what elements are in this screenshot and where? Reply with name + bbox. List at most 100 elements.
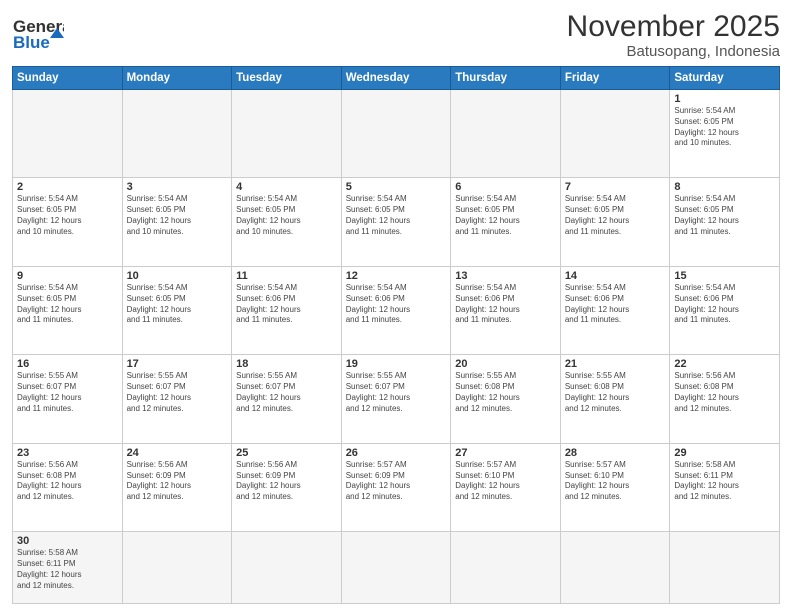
calendar-cell — [122, 90, 232, 178]
day-number: 18 — [236, 358, 337, 370]
day-info: Sunrise: 5:54 AM Sunset: 6:06 PM Dayligh… — [674, 283, 775, 326]
header: General Blue November 2025 Batusopang, I… — [12, 10, 780, 60]
day-number: 7 — [565, 181, 666, 193]
calendar-row: 16 Sunrise: 5:55 AM Sunset: 6:07 PM Dayli… — [13, 355, 780, 443]
day-number: 6 — [455, 181, 556, 193]
day-number: 27 — [455, 447, 556, 459]
calendar-cell: 13Sunrise: 5:54 AM Sunset: 6:06 PM Dayli… — [451, 266, 561, 354]
day-number: 20 — [455, 358, 556, 370]
day-info: Sunrise: 5:54 AM Sunset: 6:06 PM Dayligh… — [565, 283, 666, 326]
day-info: Sunrise: 5:54 AM Sunset: 6:05 PM Dayligh… — [674, 106, 775, 149]
calendar-cell: 19Sunrise: 5:55 AM Sunset: 6:07 PM Dayli… — [341, 355, 451, 443]
day-info: Sunrise: 5:58 AM Sunset: 6:11 PM Dayligh… — [17, 548, 118, 591]
calendar-cell: 11Sunrise: 5:54 AM Sunset: 6:06 PM Dayli… — [232, 266, 342, 354]
calendar-cell: 2Sunrise: 5:54 AM Sunset: 6:05 PM Daylig… — [13, 178, 123, 266]
calendar-col-header: Sunday — [13, 67, 123, 90]
calendar-header-row: SundayMondayTuesdayWednesdayThursdayFrid… — [13, 67, 780, 90]
day-number: 1 — [674, 93, 775, 105]
day-number: 4 — [236, 181, 337, 193]
calendar-row: 30Sunrise: 5:58 AM Sunset: 6:11 PM Dayli… — [13, 532, 780, 604]
calendar-col-header: Wednesday — [341, 67, 451, 90]
calendar-cell: 15Sunrise: 5:54 AM Sunset: 6:06 PM Dayli… — [670, 266, 780, 354]
day-info: Sunrise: 5:54 AM Sunset: 6:05 PM Dayligh… — [17, 283, 118, 326]
calendar-cell: 22Sunrise: 5:56 AM Sunset: 6:08 PM Dayli… — [670, 355, 780, 443]
calendar-cell: 12Sunrise: 5:54 AM Sunset: 6:06 PM Dayli… — [341, 266, 451, 354]
day-number: 22 — [674, 358, 775, 370]
day-info: Sunrise: 5:55 AM Sunset: 6:07 PM Dayligh… — [127, 371, 228, 414]
day-number: 17 — [127, 358, 228, 370]
calendar-cell: 29Sunrise: 5:58 AM Sunset: 6:11 PM Dayli… — [670, 443, 780, 531]
day-number: 19 — [346, 358, 447, 370]
day-info: Sunrise: 5:57 AM Sunset: 6:10 PM Dayligh… — [565, 460, 666, 503]
calendar-cell: 26Sunrise: 5:57 AM Sunset: 6:09 PM Dayli… — [341, 443, 451, 531]
day-info: Sunrise: 5:56 AM Sunset: 6:09 PM Dayligh… — [236, 460, 337, 503]
calendar-cell: 3Sunrise: 5:54 AM Sunset: 6:05 PM Daylig… — [122, 178, 232, 266]
day-info: Sunrise: 5:57 AM Sunset: 6:09 PM Dayligh… — [346, 460, 447, 503]
day-number: 9 — [17, 270, 118, 282]
day-number: 11 — [236, 270, 337, 282]
location-title: Batusopang, Indonesia — [567, 43, 780, 60]
calendar-cell: 20Sunrise: 5:55 AM Sunset: 6:08 PM Dayli… — [451, 355, 561, 443]
logo-icon: General Blue — [12, 10, 64, 58]
calendar-row: 2Sunrise: 5:54 AM Sunset: 6:05 PM Daylig… — [13, 178, 780, 266]
day-number: 25 — [236, 447, 337, 459]
day-info: Sunrise: 5:54 AM Sunset: 6:05 PM Dayligh… — [346, 194, 447, 237]
calendar-col-header: Thursday — [451, 67, 561, 90]
title-block: November 2025 Batusopang, Indonesia — [567, 10, 780, 60]
calendar-cell: 30Sunrise: 5:58 AM Sunset: 6:11 PM Dayli… — [13, 532, 123, 604]
calendar-cell: 10Sunrise: 5:54 AM Sunset: 6:05 PM Dayli… — [122, 266, 232, 354]
day-number: 10 — [127, 270, 228, 282]
day-info: Sunrise: 5:54 AM Sunset: 6:05 PM Dayligh… — [236, 194, 337, 237]
calendar-cell: 21Sunrise: 5:55 AM Sunset: 6:08 PM Dayli… — [560, 355, 670, 443]
day-info: Sunrise: 5:54 AM Sunset: 6:06 PM Dayligh… — [455, 283, 556, 326]
day-info: Sunrise: 5:54 AM Sunset: 6:06 PM Dayligh… — [236, 283, 337, 326]
calendar-cell — [341, 532, 451, 604]
calendar-col-header: Friday — [560, 67, 670, 90]
day-number: 12 — [346, 270, 447, 282]
day-number: 3 — [127, 181, 228, 193]
calendar-cell: 14Sunrise: 5:54 AM Sunset: 6:06 PM Dayli… — [560, 266, 670, 354]
day-info: Sunrise: 5:55 AM Sunset: 6:08 PM Dayligh… — [565, 371, 666, 414]
calendar-cell — [232, 532, 342, 604]
month-title: November 2025 — [567, 10, 780, 43]
day-number: 8 — [674, 181, 775, 193]
calendar-cell: 8Sunrise: 5:54 AM Sunset: 6:05 PM Daylig… — [670, 178, 780, 266]
day-info: Sunrise: 5:56 AM Sunset: 6:08 PM Dayligh… — [674, 371, 775, 414]
calendar-table: SundayMondayTuesdayWednesdayThursdayFrid… — [12, 66, 780, 604]
calendar-col-header: Tuesday — [232, 67, 342, 90]
calendar-cell: 27Sunrise: 5:57 AM Sunset: 6:10 PM Dayli… — [451, 443, 561, 531]
day-info: Sunrise: 5:58 AM Sunset: 6:11 PM Dayligh… — [674, 460, 775, 503]
calendar-cell: 4Sunrise: 5:54 AM Sunset: 6:05 PM Daylig… — [232, 178, 342, 266]
page: General Blue November 2025 Batusopang, I… — [0, 0, 792, 612]
day-info: Sunrise: 5:55 AM Sunset: 6:07 PM Dayligh… — [346, 371, 447, 414]
day-info: Sunrise: 5:54 AM Sunset: 6:05 PM Dayligh… — [17, 194, 118, 237]
day-number: 23 — [17, 447, 118, 459]
calendar-cell — [560, 532, 670, 604]
calendar-cell: 9Sunrise: 5:54 AM Sunset: 6:05 PM Daylig… — [13, 266, 123, 354]
calendar-row: 1Sunrise: 5:54 AM Sunset: 6:05 PM Daylig… — [13, 90, 780, 178]
day-number: 15 — [674, 270, 775, 282]
day-info: Sunrise: 5:54 AM Sunset: 6:05 PM Dayligh… — [565, 194, 666, 237]
calendar-cell: 6Sunrise: 5:54 AM Sunset: 6:05 PM Daylig… — [451, 178, 561, 266]
calendar-cell: 1Sunrise: 5:54 AM Sunset: 6:05 PM Daylig… — [670, 90, 780, 178]
calendar-col-header: Saturday — [670, 67, 780, 90]
calendar-cell: 28Sunrise: 5:57 AM Sunset: 6:10 PM Dayli… — [560, 443, 670, 531]
day-info: Sunrise: 5:55 AM Sunset: 6:07 PM Dayligh… — [236, 371, 337, 414]
day-info: Sunrise: 5:56 AM Sunset: 6:09 PM Dayligh… — [127, 460, 228, 503]
day-number: 30 — [17, 535, 118, 547]
calendar-cell — [232, 90, 342, 178]
calendar-cell: 7Sunrise: 5:54 AM Sunset: 6:05 PM Daylig… — [560, 178, 670, 266]
day-info: Sunrise: 5:54 AM Sunset: 6:06 PM Dayligh… — [346, 283, 447, 326]
calendar-cell — [451, 90, 561, 178]
day-info: Sunrise: 5:54 AM Sunset: 6:05 PM Dayligh… — [127, 194, 228, 237]
calendar-row: 9Sunrise: 5:54 AM Sunset: 6:05 PM Daylig… — [13, 266, 780, 354]
day-number: 21 — [565, 358, 666, 370]
day-number: 26 — [346, 447, 447, 459]
calendar-col-header: Monday — [122, 67, 232, 90]
logo: General Blue — [12, 10, 64, 58]
day-info: Sunrise: 5:57 AM Sunset: 6:10 PM Dayligh… — [455, 460, 556, 503]
day-info: Sunrise: 5:54 AM Sunset: 6:05 PM Dayligh… — [127, 283, 228, 326]
day-number: 24 — [127, 447, 228, 459]
svg-text:Blue: Blue — [13, 33, 50, 52]
day-number: 16 — [17, 358, 118, 370]
